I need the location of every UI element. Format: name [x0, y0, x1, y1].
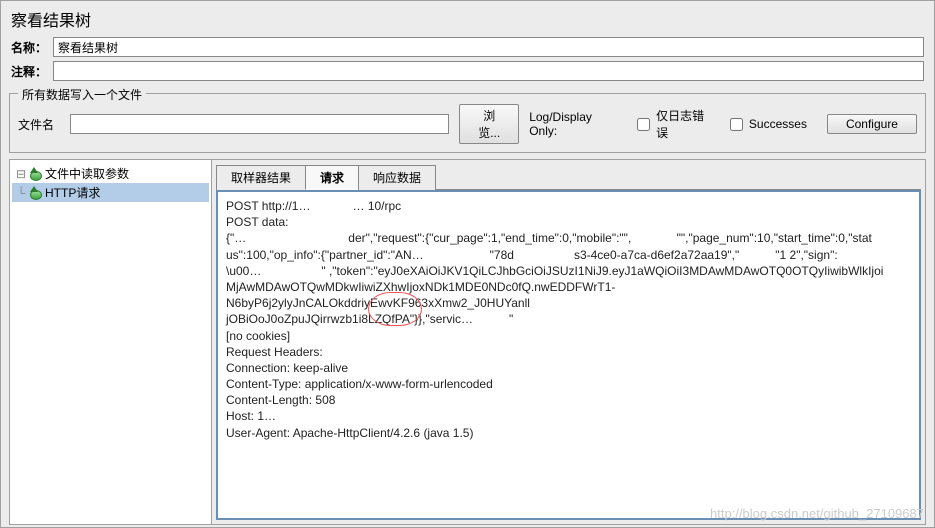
browse-button[interactable]: 浏览... — [459, 104, 519, 144]
detail-tabs: 取样器结果 请求 响应数据 — [216, 164, 921, 190]
tab-sampler-result[interactable]: 取样器结果 — [216, 165, 306, 190]
tab-response-data[interactable]: 响应数据 — [358, 165, 436, 190]
successes-checkbox[interactable]: Successes — [726, 115, 807, 134]
body-line: us":100,"op_info":{"partner_id":"AN… "78… — [226, 247, 911, 263]
header-line: Content-Length: 508 — [226, 392, 911, 408]
filename-label: 文件名 — [18, 116, 60, 133]
file-group-legend: 所有数据写入一个文件 — [18, 86, 146, 103]
no-cookies-line: [no cookies] — [226, 328, 911, 344]
comment-label: 注释： — [11, 63, 53, 80]
tree-line-icon: └ — [14, 186, 28, 200]
headers-label: Request Headers: — [226, 344, 911, 360]
listener-panel: 察看结果树 名称： 注释： 所有数据写入一个文件 文件名 浏览... Log/D… — [0, 0, 935, 528]
tree-line-icon: ⊟ — [14, 167, 28, 181]
request-body-view[interactable]: POST http://1… … 10/rpc POST data: {"… d… — [216, 190, 921, 520]
request-line: POST http://1… … 10/rpc — [226, 198, 911, 214]
body-line: {"… der","request":{"cur_page":1,"end_ti… — [226, 230, 911, 246]
body-line: \u00… " ,"token":"eyJ0eXAiOiJKV1QiLCJhbG… — [226, 263, 911, 279]
name-input[interactable] — [53, 37, 924, 57]
errors-only-box[interactable] — [637, 118, 650, 131]
body-line: MjAwMDAwOTQwMDkwIiwiZXhwIjoxNDk1MDE0NDc0… — [226, 279, 911, 311]
successes-box[interactable] — [730, 118, 743, 131]
configure-button[interactable]: Configure — [827, 114, 917, 134]
panel-title: 察看结果树 — [1, 1, 934, 35]
tree-item-http-request[interactable]: └ HTTP请求 — [12, 183, 209, 202]
header-line: User-Agent: Apache-HttpClient/4.2.6 (jav… — [226, 425, 911, 441]
successes-text: Successes — [749, 117, 807, 131]
errors-only-text: 仅日志错误 — [656, 107, 716, 141]
name-label: 名称： — [11, 39, 53, 56]
tree-item-label: HTTP请求 — [45, 184, 100, 201]
results-tree[interactable]: ⊟ 文件中读取参数 └ HTTP请求 — [10, 160, 212, 524]
tree-item-file-params[interactable]: ⊟ 文件中读取参数 — [12, 164, 209, 183]
header-line: Content-Type: application/x-www-form-url… — [226, 376, 911, 392]
filename-input[interactable] — [70, 114, 449, 134]
comment-input[interactable] — [53, 61, 924, 81]
errors-only-checkbox[interactable]: 仅日志错误 — [633, 107, 716, 141]
success-icon — [28, 167, 42, 181]
post-data-label: POST data: — [226, 214, 911, 230]
tab-request[interactable]: 请求 — [305, 165, 359, 190]
logdisplay-label: Log/Display Only: — [529, 110, 623, 138]
header-line: Host: 1… — [226, 408, 911, 424]
tree-item-label: 文件中读取参数 — [45, 165, 129, 182]
header-line: Connection: keep-alive — [226, 360, 911, 376]
success-icon — [28, 186, 42, 200]
body-line: jOBiOoJ0oZpuJQirrwzb1i8LZQfPA"}},"servic… — [226, 311, 911, 327]
file-output-group: 所有数据写入一个文件 文件名 浏览... Log/Display Only: 仅… — [9, 93, 926, 153]
